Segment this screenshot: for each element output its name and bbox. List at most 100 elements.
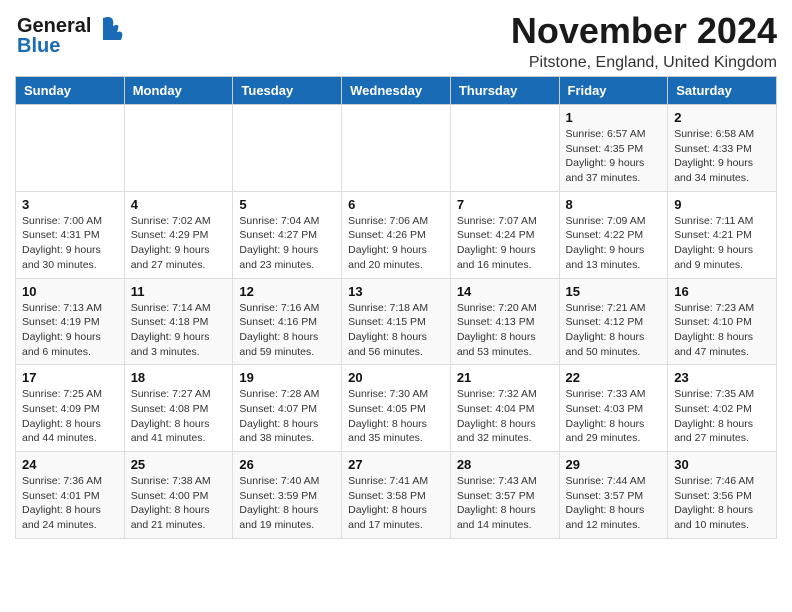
calendar-day [342, 105, 451, 192]
day-info: Sunrise: 7:11 AM Sunset: 4:21 PM Dayligh… [674, 214, 770, 273]
day-number: 28 [457, 457, 553, 472]
day-number: 29 [566, 457, 662, 472]
day-info: Sunrise: 6:57 AM Sunset: 4:35 PM Dayligh… [566, 127, 662, 186]
day-info: Sunrise: 7:41 AM Sunset: 3:58 PM Dayligh… [348, 474, 444, 533]
day-info: Sunrise: 7:25 AM Sunset: 4:09 PM Dayligh… [22, 387, 118, 446]
day-number: 10 [22, 284, 118, 299]
calendar-day: 5Sunrise: 7:04 AM Sunset: 4:27 PM Daylig… [233, 191, 342, 278]
calendar-day: 30 Sunrise: 7:46 AM Sunset: 3:56 PM Dayli… [668, 452, 777, 539]
day-number: 24 [22, 457, 118, 472]
calendar-day: 24 Sunrise: 7:36 AM Sunset: 4:01 PM Dayli… [16, 452, 125, 539]
calendar-day [233, 105, 342, 192]
day-info: Sunrise: 7:16 AM Sunset: 4:16 PM Dayligh… [239, 301, 335, 360]
weekday-header: Wednesday [342, 77, 451, 105]
day-number: 18 [131, 370, 227, 385]
calendar-day: 6Sunrise: 7:06 AM Sunset: 4:26 PM Daylig… [342, 191, 451, 278]
calendar-day: 8 Sunrise: 7:09 AM Sunset: 4:22 PM Daylig… [559, 191, 668, 278]
day-number: 9 [674, 197, 770, 212]
day-number: 17 [22, 370, 118, 385]
svg-text:Blue: Blue [17, 35, 60, 57]
day-number: 14 [457, 284, 553, 299]
calendar-day: 4Sunrise: 7:02 AM Sunset: 4:29 PM Daylig… [124, 191, 233, 278]
day-info: Sunrise: 7:13 AM Sunset: 4:19 PM Dayligh… [22, 301, 118, 360]
day-info: Sunrise: 6:58 AM Sunset: 4:33 PM Dayligh… [674, 127, 770, 186]
day-info: Sunrise: 7:18 AM Sunset: 4:15 PM Dayligh… [348, 301, 444, 360]
day-number: 30 [674, 457, 770, 472]
calendar-header-row: SundayMondayTuesdayWednesdayThursdayFrid… [16, 77, 777, 105]
month-title: November 2024 [511, 10, 777, 52]
calendar-day: 23 Sunrise: 7:35 AM Sunset: 4:02 PM Dayli… [668, 365, 777, 452]
weekday-header: Tuesday [233, 77, 342, 105]
day-info: Sunrise: 7:46 AM Sunset: 3:56 PM Dayligh… [674, 474, 770, 533]
calendar-week-row: 24 Sunrise: 7:36 AM Sunset: 4:01 PM Dayli… [16, 452, 777, 539]
weekday-header: Sunday [16, 77, 125, 105]
day-number: 19 [239, 370, 335, 385]
calendar-day: 13Sunrise: 7:18 AM Sunset: 4:15 PM Dayli… [342, 278, 451, 365]
day-number: 3 [22, 197, 118, 212]
calendar-day: 16 Sunrise: 7:23 AM Sunset: 4:10 PM Dayli… [668, 278, 777, 365]
day-info: Sunrise: 7:44 AM Sunset: 3:57 PM Dayligh… [566, 474, 662, 533]
day-number: 20 [348, 370, 444, 385]
day-number: 2 [674, 110, 770, 125]
calendar-day: 11 Sunrise: 7:14 AM Sunset: 4:18 PM Dayli… [124, 278, 233, 365]
day-info: Sunrise: 7:28 AM Sunset: 4:07 PM Dayligh… [239, 387, 335, 446]
calendar-day: 25 Sunrise: 7:38 AM Sunset: 4:00 PM Dayli… [124, 452, 233, 539]
logo-text: General Blue [15, 10, 125, 63]
calendar-day: 27 Sunrise: 7:41 AM Sunset: 3:58 PM Dayli… [342, 452, 451, 539]
calendar-week-row: 3 Sunrise: 7:00 AM Sunset: 4:31 PM Daylig… [16, 191, 777, 278]
location: Pitstone, England, United Kingdom [511, 54, 777, 72]
calendar-day: 7Sunrise: 7:07 AM Sunset: 4:24 PM Daylig… [450, 191, 559, 278]
calendar-week-row: 10 Sunrise: 7:13 AM Sunset: 4:19 PM Dayli… [16, 278, 777, 365]
calendar-day: 21 Sunrise: 7:32 AM Sunset: 4:04 PM Dayli… [450, 365, 559, 452]
calendar-day: 22 Sunrise: 7:33 AM Sunset: 4:03 PM Dayli… [559, 365, 668, 452]
day-number: 21 [457, 370, 553, 385]
svg-text:General: General [17, 15, 91, 37]
day-number: 6 [348, 197, 444, 212]
day-number: 1 [566, 110, 662, 125]
day-number: 16 [674, 284, 770, 299]
title-block: November 2024 Pitstone, England, United … [511, 10, 777, 72]
day-info: Sunrise: 7:38 AM Sunset: 4:00 PM Dayligh… [131, 474, 227, 533]
calendar: SundayMondayTuesdayWednesdayThursdayFrid… [15, 76, 777, 539]
calendar-day: 18 Sunrise: 7:27 AM Sunset: 4:08 PM Dayli… [124, 365, 233, 452]
page: General Blue November 2024 Pitstone, Eng… [0, 0, 792, 549]
calendar-day: 14 Sunrise: 7:20 AM Sunset: 4:13 PM Dayli… [450, 278, 559, 365]
day-number: 15 [566, 284, 662, 299]
day-info: Sunrise: 7:40 AM Sunset: 3:59 PM Dayligh… [239, 474, 335, 533]
day-info: Sunrise: 7:36 AM Sunset: 4:01 PM Dayligh… [22, 474, 118, 533]
calendar-day: 12 Sunrise: 7:16 AM Sunset: 4:16 PM Dayli… [233, 278, 342, 365]
day-info: Sunrise: 7:14 AM Sunset: 4:18 PM Dayligh… [131, 301, 227, 360]
calendar-day: 9 Sunrise: 7:11 AM Sunset: 4:21 PM Daylig… [668, 191, 777, 278]
day-info: Sunrise: 7:33 AM Sunset: 4:03 PM Dayligh… [566, 387, 662, 446]
day-number: 12 [239, 284, 335, 299]
weekday-header: Thursday [450, 77, 559, 105]
day-info: Sunrise: 7:35 AM Sunset: 4:02 PM Dayligh… [674, 387, 770, 446]
calendar-day: 20 Sunrise: 7:30 AM Sunset: 4:05 PM Dayli… [342, 365, 451, 452]
calendar-day: 26 Sunrise: 7:40 AM Sunset: 3:59 PM Dayli… [233, 452, 342, 539]
calendar-day: 1 Sunrise: 6:57 AM Sunset: 4:35 PM Daylig… [559, 105, 668, 192]
day-number: 22 [566, 370, 662, 385]
calendar-day [450, 105, 559, 192]
day-number: 8 [566, 197, 662, 212]
day-number: 23 [674, 370, 770, 385]
day-info: Sunrise: 7:32 AM Sunset: 4:04 PM Dayligh… [457, 387, 553, 446]
calendar-day: 17 Sunrise: 7:25 AM Sunset: 4:09 PM Dayli… [16, 365, 125, 452]
day-info: Sunrise: 7:30 AM Sunset: 4:05 PM Dayligh… [348, 387, 444, 446]
day-number: 25 [131, 457, 227, 472]
calendar-day: 10 Sunrise: 7:13 AM Sunset: 4:19 PM Dayli… [16, 278, 125, 365]
day-info: Sunrise: 7:09 AM Sunset: 4:22 PM Dayligh… [566, 214, 662, 273]
day-number: 11 [131, 284, 227, 299]
calendar-day: 3 Sunrise: 7:00 AM Sunset: 4:31 PM Daylig… [16, 191, 125, 278]
day-info: Sunrise: 7:04 AM Sunset: 4:27 PM Dayligh… [239, 214, 335, 273]
day-number: 26 [239, 457, 335, 472]
day-info: Sunrise: 7:07 AM Sunset: 4:24 PM Dayligh… [457, 214, 553, 273]
day-info: Sunrise: 7:27 AM Sunset: 4:08 PM Dayligh… [131, 387, 227, 446]
day-info: Sunrise: 7:00 AM Sunset: 4:31 PM Dayligh… [22, 214, 118, 273]
day-info: Sunrise: 7:20 AM Sunset: 4:13 PM Dayligh… [457, 301, 553, 360]
calendar-day: 19 Sunrise: 7:28 AM Sunset: 4:07 PM Dayli… [233, 365, 342, 452]
day-number: 27 [348, 457, 444, 472]
calendar-day: 29 Sunrise: 7:44 AM Sunset: 3:57 PM Dayli… [559, 452, 668, 539]
day-info: Sunrise: 7:02 AM Sunset: 4:29 PM Dayligh… [131, 214, 227, 273]
calendar-day [16, 105, 125, 192]
day-info: Sunrise: 7:23 AM Sunset: 4:10 PM Dayligh… [674, 301, 770, 360]
